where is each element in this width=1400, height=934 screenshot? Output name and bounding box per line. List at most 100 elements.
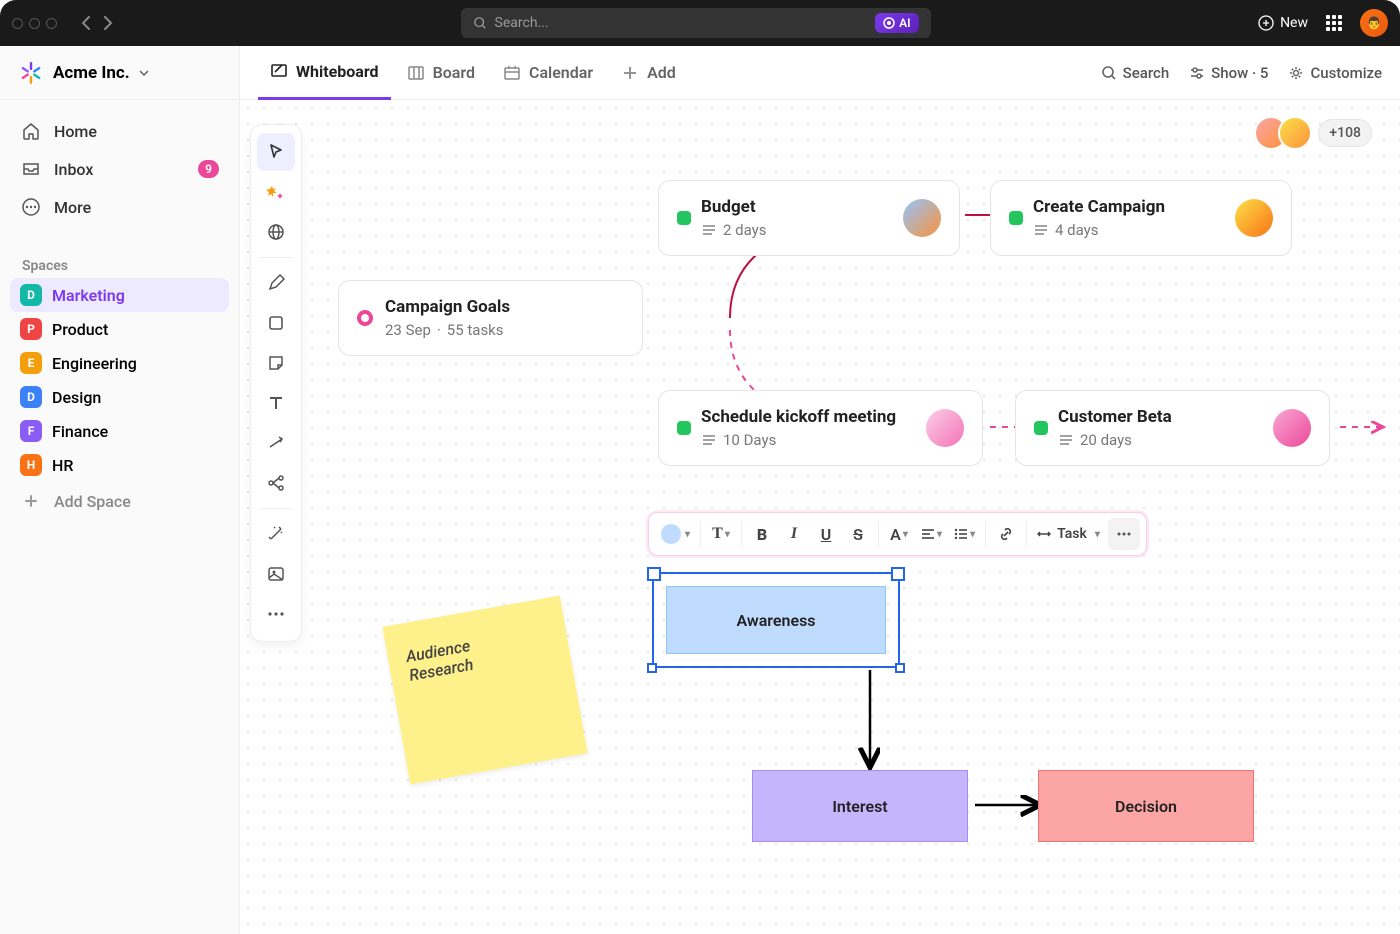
assignee-avatar[interactable] — [926, 409, 964, 447]
new-button[interactable]: New — [1258, 15, 1308, 31]
user-avatar[interactable]: 👨 — [1360, 9, 1388, 37]
window-controls[interactable] — [12, 18, 57, 29]
mindmap-icon — [266, 473, 286, 493]
space-initial-icon: P — [20, 318, 42, 340]
tab-add[interactable]: Add — [609, 46, 688, 100]
strike-button[interactable]: S — [842, 518, 874, 550]
text-icon — [266, 393, 286, 413]
whiteboard-canvas[interactable]: +108 Campaign Goals 23 Sep·55 tasks — [240, 100, 1400, 934]
font-family-button[interactable]: T▾ — [705, 518, 737, 550]
link-button[interactable] — [990, 518, 1022, 550]
sidebar-space-marketing[interactable]: DMarketing — [10, 278, 229, 312]
tool-text[interactable] — [257, 384, 295, 422]
list-button[interactable]: ▾ — [948, 518, 981, 550]
node-customer-beta[interactable]: Customer Beta 20 days — [1015, 390, 1330, 466]
view-search[interactable]: Search — [1101, 64, 1170, 82]
nav-inbox[interactable]: Inbox 9 — [10, 150, 229, 188]
pen-icon — [266, 273, 286, 293]
shape-toolbar[interactable]: ▾ T▾ B I U S A▾ ▾ ▾ Task▾ — [648, 512, 1147, 556]
node-create-campaign[interactable]: Create Campaign 4 days — [990, 180, 1292, 256]
ai-button[interactable]: AI — [875, 13, 918, 33]
ellipsis-icon — [268, 612, 284, 616]
sidebar-space-hr[interactable]: HHR — [10, 448, 229, 482]
plus-icon — [621, 64, 639, 82]
assignee-avatar[interactable] — [903, 199, 941, 237]
sidebar-space-engineering[interactable]: EEngineering — [10, 346, 229, 380]
back-button[interactable] — [81, 16, 91, 30]
tool-panel — [250, 124, 302, 642]
lines-icon — [1033, 223, 1049, 237]
node-campaign-goals[interactable]: Campaign Goals 23 Sep·55 tasks — [338, 280, 643, 356]
connector — [1335, 412, 1395, 442]
space-initial-icon: D — [20, 386, 42, 408]
assignee-avatar[interactable] — [1273, 409, 1311, 447]
space-initial-icon: E — [20, 352, 42, 374]
underline-button[interactable]: U — [810, 518, 842, 550]
selection-box[interactable] — [652, 572, 900, 668]
wand-icon — [266, 524, 286, 544]
sidebar-space-finance[interactable]: FFinance — [10, 414, 229, 448]
whiteboard-icon — [270, 62, 288, 80]
apps-icon[interactable] — [1326, 15, 1342, 31]
board-icon — [407, 64, 425, 82]
global-search[interactable]: Search... AI — [461, 8, 931, 38]
tool-sticky[interactable] — [257, 344, 295, 382]
tool-ai[interactable] — [257, 173, 295, 211]
search-placeholder: Search... — [495, 15, 549, 31]
tab-calendar[interactable]: Calendar — [491, 46, 605, 100]
tool-connector[interactable] — [257, 424, 295, 462]
node-title: Create Campaign — [1033, 197, 1235, 217]
nav-more[interactable]: More — [10, 188, 229, 226]
sidebar-space-product[interactable]: P Product — [10, 312, 229, 346]
forward-button[interactable] — [103, 16, 113, 30]
nav-home[interactable]: Home — [10, 112, 229, 150]
color-picker[interactable]: ▾ — [655, 518, 696, 550]
globe-icon — [266, 222, 286, 242]
node-budget[interactable]: Budget 2 days — [658, 180, 960, 256]
shape-interest[interactable]: Interest — [752, 770, 968, 842]
tool-web[interactable] — [257, 213, 295, 251]
sparkle-icon — [266, 182, 286, 202]
view-customize[interactable]: Customize — [1288, 64, 1382, 82]
logo-icon — [18, 60, 44, 86]
titlebar: Search... AI New 👨 — [0, 0, 1400, 46]
italic-button[interactable]: I — [778, 518, 810, 550]
convert-icon — [1037, 527, 1051, 541]
view-show[interactable]: Show · 5 — [1189, 64, 1268, 82]
tool-magic[interactable] — [257, 515, 295, 553]
workspace-name: Acme Inc. — [53, 63, 130, 83]
presence-avatars[interactable]: +108 — [1264, 116, 1372, 150]
node-kickoff[interactable]: Schedule kickoff meeting 10 Days — [658, 390, 983, 466]
text-color-button[interactable]: A▾ — [883, 518, 915, 550]
status-icon — [677, 421, 691, 435]
more-options-button[interactable] — [1108, 518, 1140, 550]
workspace-selector[interactable]: Acme Inc. — [0, 46, 239, 100]
tool-pen[interactable] — [257, 264, 295, 302]
home-icon — [20, 120, 42, 142]
status-icon — [1009, 211, 1023, 225]
sticky-note[interactable]: Audience Research — [382, 596, 587, 785]
sidebar-space-design[interactable]: DDesign — [10, 380, 229, 414]
tool-mindmap[interactable] — [257, 464, 295, 502]
assignee-avatar[interactable] — [1235, 199, 1273, 237]
node-title: Schedule kickoff meeting — [701, 407, 926, 427]
status-icon — [1034, 421, 1048, 435]
shape-decision[interactable]: Decision — [1038, 770, 1254, 842]
convert-task-button[interactable]: Task▾ — [1031, 518, 1106, 550]
align-button[interactable]: ▾ — [915, 518, 948, 550]
space-label: Product — [52, 320, 108, 339]
tool-shape[interactable] — [257, 304, 295, 342]
tool-image[interactable] — [257, 555, 295, 593]
cursor-icon — [266, 142, 286, 162]
bold-button[interactable]: B — [746, 518, 778, 550]
tool-more[interactable] — [257, 595, 295, 633]
lines-icon — [1058, 433, 1074, 447]
presence-overflow[interactable]: +108 — [1318, 119, 1372, 147]
tab-board[interactable]: Board — [395, 46, 487, 100]
tool-select[interactable] — [257, 133, 295, 171]
tab-whiteboard[interactable]: Whiteboard — [258, 46, 391, 100]
status-icon — [677, 211, 691, 225]
add-space-button[interactable]: Add Space — [10, 482, 229, 520]
presence-avatar[interactable] — [1278, 116, 1312, 150]
node-title: Budget — [701, 197, 903, 217]
